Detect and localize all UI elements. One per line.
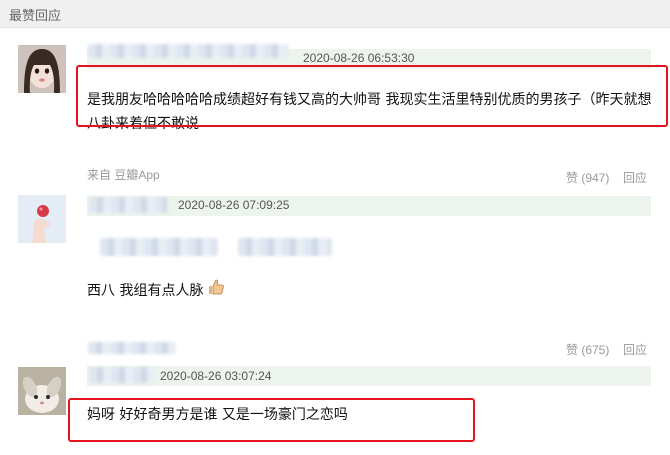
reply-button[interactable]: 回应 — [623, 169, 647, 186]
reply-button[interactable]: 回应 — [623, 341, 647, 358]
like-button[interactable]: 赞 (947) — [566, 169, 609, 186]
highlight-box — [68, 398, 475, 442]
avatar[interactable] — [18, 195, 66, 243]
highlight-box — [76, 65, 668, 127]
hand-avatar-icon — [18, 195, 66, 243]
blurred-username — [88, 44, 288, 58]
comment-timestamp: 2020-08-26 06:53:30 — [303, 51, 415, 65]
section-title: 最赞回应 — [9, 9, 62, 24]
comment-text-content: 西八 我组有点人脉 — [87, 283, 204, 299]
blurred-text — [88, 342, 176, 354]
blurred-username — [89, 367, 155, 383]
like-button[interactable]: 赞 (675) — [566, 341, 609, 358]
avatar[interactable] — [18, 367, 66, 415]
comment-meta-bar — [87, 196, 651, 216]
girl-avatar-icon — [18, 45, 66, 93]
rabbit-avatar-icon — [18, 367, 66, 415]
comment-timestamp: 2020-08-26 07:09:25 — [178, 198, 290, 212]
comment-source: 来自 豆瓣App — [87, 168, 160, 182]
avatar[interactable] — [18, 45, 66, 93]
section-header: 最赞回应 — [0, 0, 670, 28]
blurred-username — [89, 197, 167, 213]
blurred-quote — [238, 238, 332, 256]
comment-timestamp: 2020-08-26 03:07:24 — [160, 369, 272, 383]
blurred-quote — [100, 238, 218, 256]
thumbs-up-icon — [208, 279, 224, 303]
comment-text: 西八 我组有点人脉 — [87, 279, 387, 303]
